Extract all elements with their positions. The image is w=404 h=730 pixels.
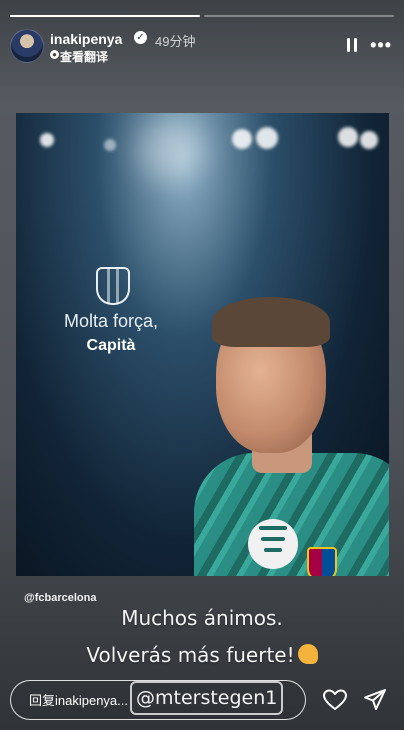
caption-line1: Muchos ánimos. [121, 606, 283, 630]
see-translation-link[interactable]: 查看翻译 [60, 48, 108, 65]
see-translation-label: 查看翻译 [60, 50, 109, 64]
timestamp: 49分钟 [155, 34, 196, 49]
player-hair [212, 297, 330, 347]
caption-line2: Volverás más fuerte! [0, 643, 404, 667]
poster-slogan-line1: Molta força, [63, 311, 159, 331]
flexed-biceps-icon [297, 644, 318, 664]
reply-input[interactable] [29, 691, 129, 709]
story-image: Molta força, Capità [16, 113, 389, 576]
image-credit[interactable]: @fcbarcelona [24, 592, 96, 604]
fc-barcelona-crest-icon [96, 267, 130, 305]
mention-sticker[interactable]: @mterstegen1 [130, 681, 284, 715]
poster-slogan-line2: Capità [86, 337, 136, 354]
stadium-light [104, 139, 116, 151]
stadium-light [338, 127, 358, 147]
stadium-light [136, 119, 206, 181]
pause-icon[interactable] [346, 38, 358, 52]
heart-icon[interactable] [322, 688, 348, 712]
avatar[interactable] [10, 29, 44, 63]
caption-line2-text: Volverás más fuerte! [86, 643, 295, 667]
progress-segment [10, 15, 200, 17]
stadium-light [256, 127, 278, 149]
send-icon[interactable] [362, 688, 388, 712]
jersey-crest-icon [307, 547, 337, 576]
stadium-light [232, 129, 252, 149]
translate-icon: ● [50, 50, 59, 59]
stadium-light [360, 131, 378, 149]
progress-segment [204, 15, 394, 17]
spotify-logo-icon [248, 519, 298, 569]
story-progress [10, 15, 394, 17]
story-header: inakipenya ✓ 49分钟 ● 查看翻译 ••• [10, 28, 394, 64]
stadium-light [40, 133, 54, 147]
verified-badge-icon: ✓ [134, 31, 147, 44]
username[interactable]: inakipenya [50, 31, 122, 47]
more-icon[interactable]: ••• [370, 36, 392, 54]
